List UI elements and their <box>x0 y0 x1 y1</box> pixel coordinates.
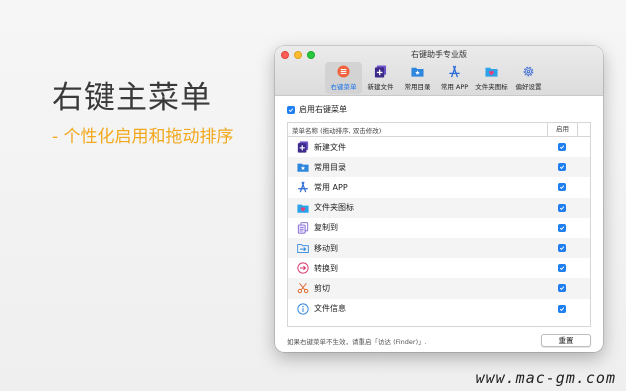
scissors-icon <box>297 283 309 294</box>
row-enable-checkbox[interactable] <box>558 244 566 253</box>
new-file-icon <box>374 65 387 78</box>
column-header-spacer <box>577 123 590 136</box>
info-icon <box>297 302 309 315</box>
table-row[interactable]: 文件夹图标 <box>288 197 590 218</box>
row-enable-checkbox[interactable] <box>558 284 566 293</box>
row-label: 常用 APP <box>314 182 348 192</box>
menu-settings-panel: 启用右键菜单 菜单名称 (拖动排序, 双击修改) 启用 新建文件 常用目录 常用… <box>275 96 603 327</box>
app-window: 右键助手专业版 右键菜单 新建文件 常用目录 常用 APP 文件夹图标 偏好设置… <box>275 46 603 352</box>
row-enable-checkbox[interactable] <box>558 264 566 273</box>
row-label: 文件夹图标 <box>314 203 354 213</box>
table-header: 菜单名称 (拖动排序, 双击修改) 启用 <box>288 123 590 137</box>
table-row[interactable]: 常用 APP <box>288 177 590 197</box>
table-row[interactable]: 移动到 <box>288 237 590 259</box>
tab-label: 常用 APP <box>440 83 469 91</box>
tab-right-click-menu[interactable]: 右键菜单 <box>325 62 362 94</box>
folder-heart-icon <box>297 204 309 213</box>
tab-common-directories[interactable]: 常用目录 <box>399 62 436 94</box>
promo-subline: - 个性化启用和拖动排序 <box>52 127 234 147</box>
tab-label: 文件夹图标 <box>475 83 508 91</box>
toolbar: 右键菜单 新建文件 常用目录 常用 APP 文件夹图标 偏好设置 <box>325 62 547 94</box>
table-row[interactable]: 文件信息 <box>288 299 590 319</box>
gear-icon <box>523 66 534 77</box>
title-bar: 右键助手专业版 右键菜单 新建文件 常用目录 常用 APP 文件夹图标 偏好设置 <box>275 46 603 96</box>
row-label: 文件信息 <box>314 304 346 314</box>
table-row[interactable]: 新建文件 <box>288 137 590 157</box>
footer: 如果右键菜单不生效，请重启「访达 (Finder)」. 重置 <box>275 334 603 347</box>
enable-menu-row: 启用右键菜单 <box>287 103 591 116</box>
row-enable-checkbox[interactable] <box>558 183 566 192</box>
reset-button[interactable]: 重置 <box>541 334 591 347</box>
table-row[interactable]: 常用目录 <box>288 157 590 178</box>
footer-note: 如果右键菜单不生效，请重启「访达 (Finder)」. <box>287 337 427 346</box>
row-enable-checkbox[interactable] <box>558 143 566 152</box>
column-header-name[interactable]: 菜单名称 (拖动排序, 双击修改) <box>288 125 547 135</box>
row-enable-checkbox[interactable] <box>558 223 566 232</box>
row-enable-checkbox[interactable] <box>558 163 566 172</box>
window-title: 右键助手专业版 <box>411 50 467 59</box>
table-row[interactable]: 复制到 <box>288 218 590 238</box>
tab-new-file[interactable]: 新建文件 <box>362 62 399 94</box>
enable-menu-checkbox[interactable] <box>287 105 295 114</box>
row-enable-checkbox[interactable] <box>558 304 566 313</box>
folder-heart-icon <box>485 67 498 77</box>
folder-star-icon <box>411 67 424 77</box>
app-store-icon <box>298 182 308 193</box>
table-row[interactable]: 剪切 <box>288 278 590 299</box>
row-label: 剪切 <box>314 283 330 293</box>
move-to-icon <box>297 244 309 254</box>
menu-items-table: 菜单名称 (拖动排序, 双击修改) 启用 新建文件 常用目录 常用 APP 文件… <box>287 122 591 327</box>
folder-star-icon <box>297 163 309 172</box>
enable-menu-label: 启用右键菜单 <box>299 105 347 114</box>
promo-headline: 右键主菜单 <box>52 80 212 116</box>
tab-label: 新建文件 <box>367 83 394 91</box>
row-label: 新建文件 <box>314 142 346 152</box>
row-label: 常用目录 <box>314 162 346 172</box>
row-label: 移动到 <box>314 243 338 253</box>
tab-label: 常用目录 <box>404 83 431 91</box>
row-label: 转换到 <box>314 263 338 273</box>
tab-label: 右键菜单 <box>330 83 357 91</box>
watermark: www.mac-gm.com <box>475 369 616 387</box>
tab-preferences[interactable]: 偏好设置 <box>510 62 547 94</box>
tab-common-apps[interactable]: 常用 APP <box>436 62 473 94</box>
menu-list-icon <box>337 65 350 78</box>
column-header-enable[interactable]: 启用 <box>547 123 577 136</box>
copy-to-icon <box>297 222 309 234</box>
app-store-icon <box>449 65 460 78</box>
tab-folder-icons[interactable]: 文件夹图标 <box>473 62 510 94</box>
new-file-icon <box>297 141 309 153</box>
row-enable-checkbox[interactable] <box>558 203 566 212</box>
row-label: 复制到 <box>314 223 338 233</box>
table-row[interactable]: 转换到 <box>288 258 590 278</box>
convert-icon <box>297 262 309 274</box>
tab-label: 偏好设置 <box>515 83 542 91</box>
